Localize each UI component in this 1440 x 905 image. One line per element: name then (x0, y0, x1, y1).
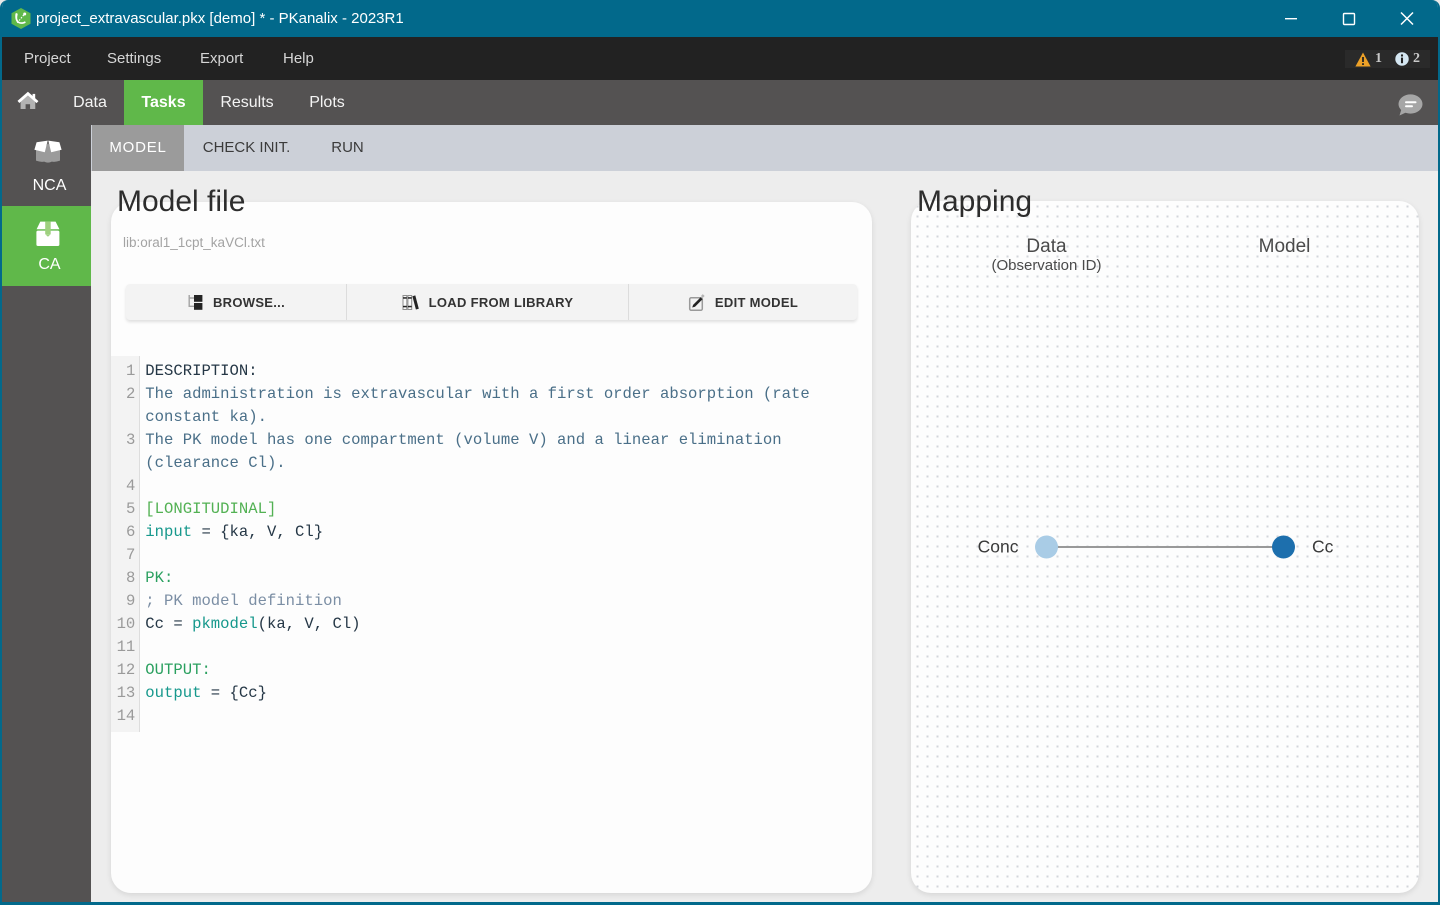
svg-text:Cc: Cc (1312, 537, 1334, 557)
svg-text:Conc: Conc (978, 537, 1019, 557)
